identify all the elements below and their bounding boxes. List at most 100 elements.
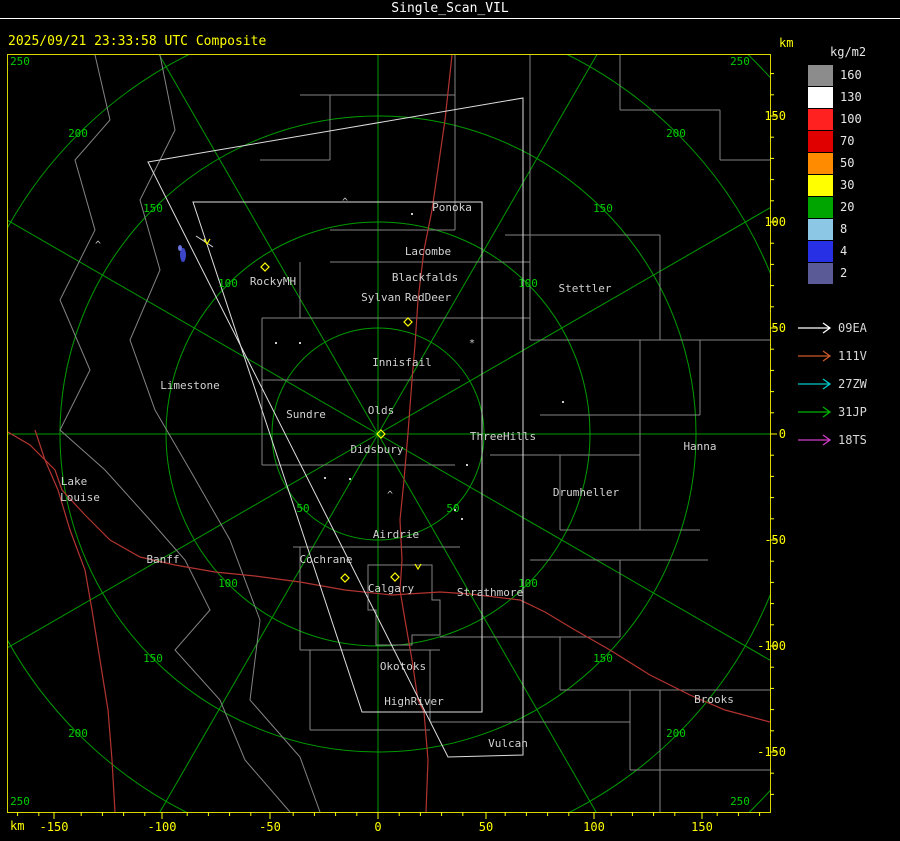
arrow-marker: [203, 238, 211, 246]
color-swatch: [808, 262, 833, 284]
city-label: Banff: [146, 553, 179, 566]
town-marker: [299, 342, 301, 344]
scale-value: 20: [840, 200, 855, 214]
radar-site-id: 27ZW: [838, 377, 867, 391]
city-label: Strathmore: [457, 586, 523, 599]
bottom-axis-label: -100: [147, 820, 177, 834]
right-axis-label: -150: [757, 745, 786, 759]
right-axis-label: -50: [764, 533, 786, 547]
range-label: 50: [296, 502, 309, 515]
color-scale-entry: 2: [808, 262, 862, 284]
city-labels: Ponoka Lacombe Blackfalds RedDeer Sylvan Stet…: [60, 201, 734, 750]
radar-site-id: 111V: [838, 349, 867, 363]
right-axis-label: -100: [757, 639, 786, 653]
bottom-axis-label: 0: [374, 820, 382, 834]
scale-value: 100: [840, 112, 862, 126]
town-marker: [454, 509, 456, 511]
city-label: Drumheller: [553, 486, 620, 499]
city-label: Lake: [61, 475, 88, 488]
radar-site-legend: 09EA 111V 27ZW 31JP 18TS: [797, 314, 867, 454]
city-label: Olds: [368, 404, 395, 417]
color-scale-entry: 4: [808, 240, 862, 262]
radar-site-id: 18TS: [838, 433, 867, 447]
city-label: Vulcan: [488, 737, 528, 750]
range-label: 200: [666, 127, 686, 140]
range-label: 200: [68, 127, 88, 140]
town-marker: [562, 401, 564, 403]
city-label: Brooks: [694, 693, 734, 706]
town-marker: ^: [342, 197, 348, 208]
color-scale-entry: 50: [808, 152, 862, 174]
color-scale-entry: 30: [808, 174, 862, 196]
bottom-axis-label: -150: [39, 820, 69, 834]
color-scale-entry: 160: [808, 64, 862, 86]
bottom-axis-label: 150: [691, 820, 713, 834]
color-scale: 160 130 100 70 50 30 20 8 4 2: [808, 64, 862, 284]
color-scale-entry: 20: [808, 196, 862, 218]
city-label: Didsbury: [351, 443, 404, 456]
city-label: Sundre: [286, 408, 326, 421]
color-scale-entry: 8: [808, 218, 862, 240]
town-marker: [466, 464, 468, 466]
town-marker: [275, 342, 277, 344]
city-label: Sylvan: [361, 291, 401, 304]
radar-site-row: 09EA: [797, 314, 867, 342]
precipitation-echo: [178, 245, 186, 262]
scale-value: 50: [840, 156, 855, 170]
town-marker: [461, 518, 463, 520]
bottom-axis-label: -50: [259, 820, 281, 834]
color-swatch: [808, 64, 833, 86]
city-label: Limestone: [160, 379, 220, 392]
city-label: Lacombe: [405, 245, 451, 258]
color-scale-entry: 100: [808, 108, 862, 130]
scale-value: 30: [840, 178, 855, 192]
radar-site-marker: [390, 572, 400, 582]
scale-value: 2: [840, 266, 848, 280]
city-label: RockyMH: [250, 275, 296, 288]
city-label: Airdrie: [373, 528, 419, 541]
radar-site-row: 111V: [797, 342, 867, 370]
radar-site-marker: [260, 262, 270, 272]
scale-value: 160: [840, 68, 862, 82]
radar-coverage-outline: [147, 97, 524, 758]
town-marker: ^: [387, 490, 393, 501]
range-label: 150: [593, 202, 613, 215]
right-axis-unit: km: [779, 36, 794, 50]
city-label: Okotoks: [380, 660, 426, 673]
color-swatch: [808, 130, 833, 152]
radar-site-row: 27ZW: [797, 370, 867, 398]
window-title: Single_Scan_VIL: [391, 1, 509, 16]
city-label: Calgary: [368, 582, 415, 595]
color-swatch: [808, 108, 833, 130]
color-swatch: [808, 152, 833, 174]
range-label: 200: [666, 727, 686, 740]
range-label: 50: [446, 502, 459, 515]
right-axis-label: 100: [764, 215, 786, 229]
city-label: Blackfalds: [392, 271, 458, 284]
range-label: 250: [10, 795, 30, 808]
bottom-axis-unit: km: [10, 819, 25, 833]
scan-timestamp: 2025/09/21 23:33:58 UTC Composite: [8, 34, 267, 49]
radar-site-id: 31JP: [838, 405, 867, 419]
town-marker: [324, 477, 326, 479]
radar-site-row: 18TS: [797, 426, 867, 454]
city-label: Hanna: [683, 440, 716, 453]
radar-display-window: Single_Scan_VIL 2025/09/21 23:33:58 UTC …: [0, 0, 900, 841]
range-label: 200: [68, 727, 88, 740]
color-swatch: [808, 86, 833, 108]
city-label: Stettler: [559, 282, 612, 295]
range-label: 250: [730, 55, 750, 68]
town-marker: [349, 478, 351, 480]
right-axis-label: 0: [778, 427, 786, 441]
color-scale-units: kg/m2: [830, 45, 867, 59]
radar-site-id: 09EA: [838, 321, 867, 335]
city-label: ThreeHills: [470, 430, 536, 443]
color-swatch: [808, 196, 833, 218]
town-marker: ^: [95, 240, 101, 251]
window-title-bar: Single_Scan_VIL: [0, 0, 900, 19]
radar-site-marker: [340, 573, 350, 583]
scale-value: 70: [840, 134, 855, 148]
right-axis-label: 50: [771, 321, 786, 335]
city-label: HighRiver: [384, 695, 444, 708]
range-label: 100: [218, 577, 238, 590]
